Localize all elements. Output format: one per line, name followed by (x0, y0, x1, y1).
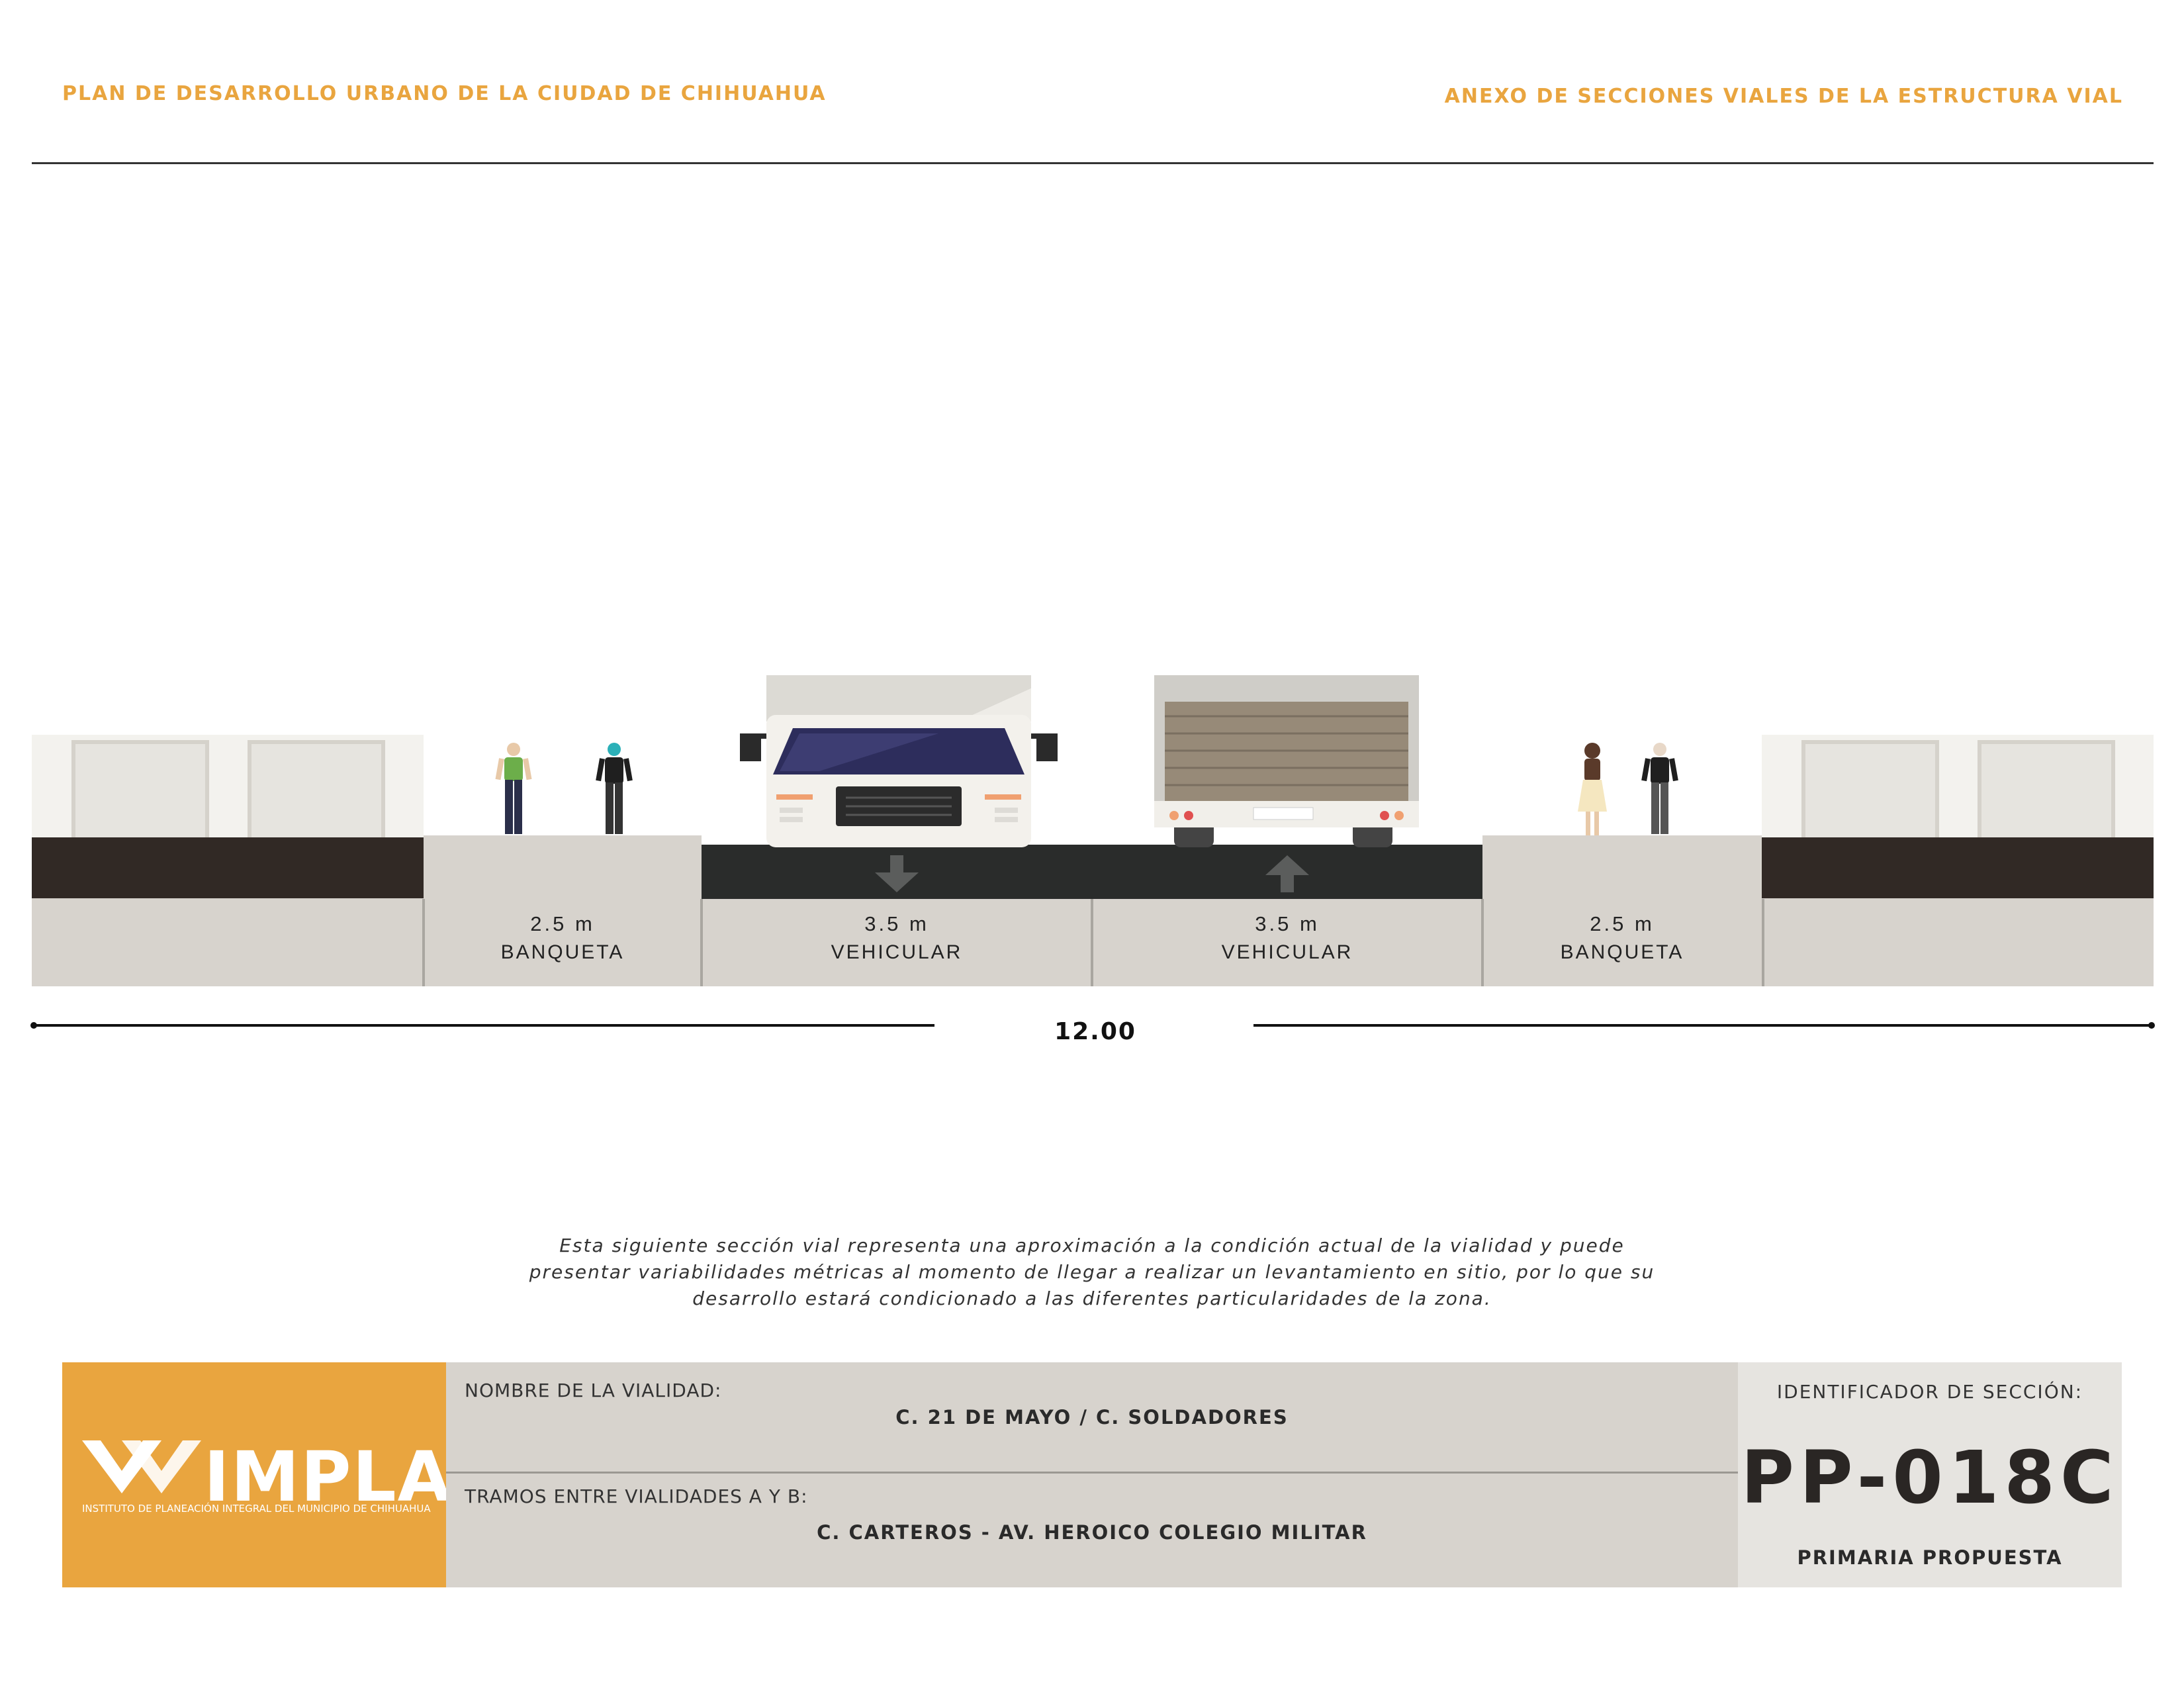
section-classification: PRIMARIA PROPUESTA (1797, 1546, 2063, 1569)
zone-name-label: BANQUETA (500, 941, 625, 963)
right-building-base (1762, 898, 2154, 986)
left-building-door (71, 740, 209, 841)
implan-logo-panel: IMPLAN INSTITUTO DE PLANEACIÓN INTEGRAL … (62, 1362, 510, 1587)
zone-separator (1762, 899, 1764, 986)
dimension-line (1253, 1024, 2151, 1027)
dimension-line (33, 1024, 934, 1027)
arrow-up-icon (1265, 855, 1309, 892)
zone-name-label: VEHICULAR (831, 941, 963, 963)
segments-value: C. CARTEROS - AV. HEROICO COLEGIO MILITA… (817, 1521, 1367, 1544)
segments-label: TRAMOS ENTRE VIALIDADES A Y B: (465, 1485, 808, 1507)
arrow-down-icon (875, 855, 919, 892)
zone-width-label: 3.5 m (1255, 912, 1320, 935)
pedestrian-icon (1578, 743, 1607, 835)
section-id-panel: IDENTIFICADOR DE SECCIÓN: PP-018C PRIMAR… (1738, 1362, 2122, 1587)
zone-name-label: VEHICULAR (1221, 941, 1353, 963)
left-building-door (248, 740, 385, 841)
van-front-icon (740, 675, 1058, 847)
road-info-panel: NOMBRE DE LA VIALIDAD: C. 21 DE MAYO / C… (446, 1362, 1738, 1587)
zone-name-label: BANQUETA (1560, 941, 1684, 963)
road-name-value: C. 21 DE MAYO / C. SOLDADORES (895, 1406, 1289, 1429)
road-name-label: NOMBRE DE LA VIALIDAD: (465, 1380, 722, 1401)
left-building-base (32, 898, 424, 986)
info-divider (446, 1472, 1738, 1474)
zone-width-label: 2.5 m (530, 912, 595, 935)
disclaimer-note: Esta siguiente sección vial representa u… (529, 1235, 1655, 1309)
pedestrian-icon (495, 743, 532, 834)
zone-width-label: 2.5 m (1590, 912, 1655, 935)
document-title-right: ANEXO DE SECCIONES VIALES DE LA ESTRUCTU… (1444, 85, 2123, 108)
left-building-band (32, 837, 424, 898)
right-building-door (1978, 740, 2115, 841)
section-id-label: IDENTIFICADOR DE SECCIÓN: (1776, 1381, 2083, 1403)
right-building-door (1801, 740, 1939, 841)
total-width-value: 12.00 (1054, 1018, 1136, 1045)
truck-rear-icon (1154, 675, 1419, 847)
street-cross-section: 2.5 m BANQUETA 3.5 m VEHICULAR 3.5 m VEH… (32, 669, 2154, 1000)
section-id-value: PP-018C (1741, 1435, 2119, 1520)
right-building-band (1762, 837, 2154, 898)
header-divider (32, 162, 2154, 164)
logo-subtitle: INSTITUTO DE PLANEACIÓN INTEGRAL DEL MUN… (82, 1503, 431, 1515)
implan-logo-icon (82, 1440, 201, 1493)
dimension-endpoint (2148, 1022, 2155, 1029)
zone-width-label: 3.5 m (864, 912, 929, 935)
document-title-left: PLAN DE DESARROLLO URBANO DE LA CIUDAD D… (62, 82, 827, 105)
pedestrian-icon (596, 743, 633, 834)
pedestrian-icon (1641, 743, 1678, 834)
